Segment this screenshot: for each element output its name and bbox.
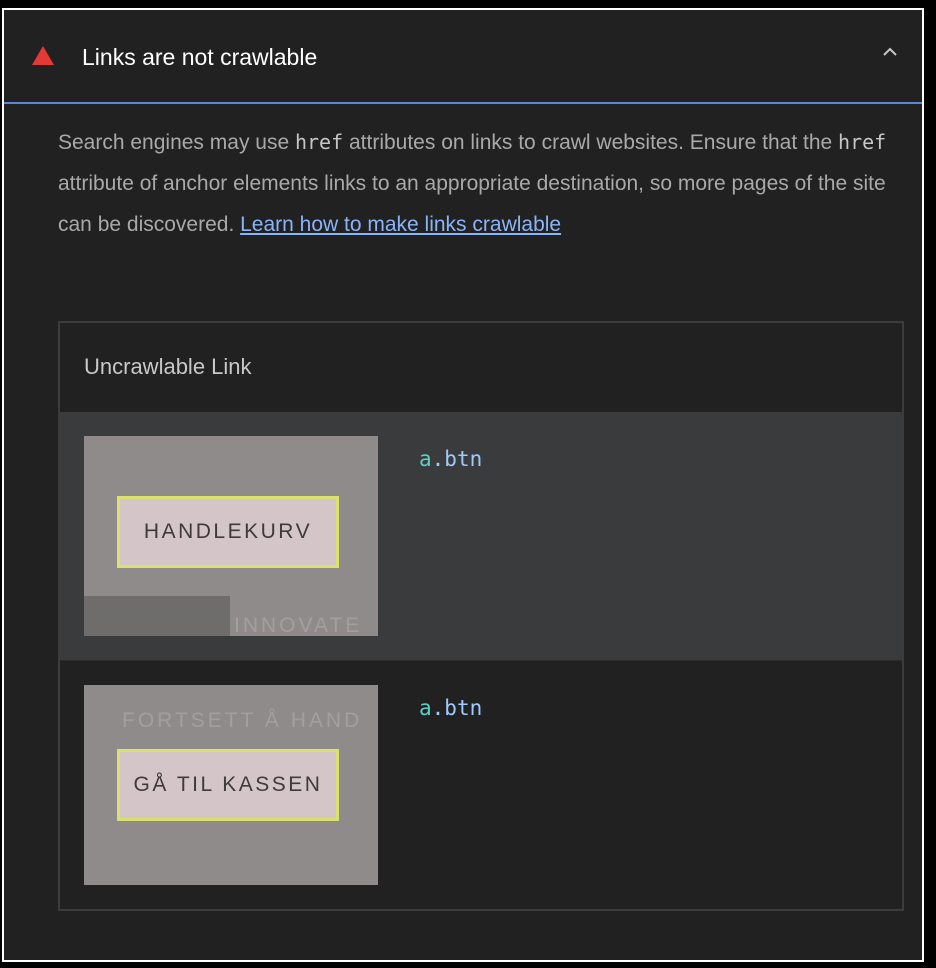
thumbnail-background xyxy=(84,596,230,636)
table-header: Uncrawlable Link xyxy=(60,323,902,412)
thumbnail-button-label: GÅ TIL KASSEN xyxy=(133,773,323,796)
href-code: href xyxy=(838,130,887,154)
element-screenshot-thumbnail: FORTSETT Å HAND GÅ TIL KASSEN xyxy=(84,685,378,885)
audit-title: Links are not crawlable xyxy=(82,44,318,70)
href-code: href xyxy=(294,130,344,154)
audit-header[interactable]: Links are not crawlable xyxy=(4,10,922,104)
selector-tag: a xyxy=(419,696,432,720)
element-screenshot-thumbnail: INNOVATE HANDLEKURV xyxy=(84,436,378,636)
description-text: Search engines may use xyxy=(58,131,295,154)
learn-more-link[interactable]: Learn how to make links crawlable xyxy=(240,213,561,236)
selector-class: .btn xyxy=(431,447,483,471)
thumbnail-button-label: HANDLEKURV xyxy=(143,520,313,543)
thumbnail-faint-text: FORTSETT Å HAND xyxy=(122,709,363,732)
warning-triangle-icon xyxy=(32,46,54,65)
node-selector[interactable]: a.btn xyxy=(419,446,482,472)
thumbnail-faint-text: INNOVATE xyxy=(234,614,363,636)
description-text: attributes on links to crawl websites. E… xyxy=(343,131,839,154)
audit-panel: Links are not crawlable Search engines m… xyxy=(2,8,924,962)
selector-class: .btn xyxy=(431,696,483,720)
node-selector[interactable]: a.btn xyxy=(419,695,482,721)
selector-tag: a xyxy=(419,447,432,471)
highlighted-element: GÅ TIL KASSEN xyxy=(117,749,339,821)
table-row[interactable]: FORTSETT Å HAND GÅ TIL KASSEN a.btn xyxy=(60,660,902,909)
highlighted-element: HANDLEKURV xyxy=(117,496,339,568)
audit-description: Search engines may use href attributes o… xyxy=(58,122,906,245)
details-table: Uncrawlable Link INNOVATE HANDLEKURV a.b… xyxy=(58,321,904,911)
column-header-uncrawlable-link: Uncrawlable Link xyxy=(84,354,252,379)
chevron-up-icon[interactable] xyxy=(882,44,898,60)
table-row[interactable]: INNOVATE HANDLEKURV a.btn xyxy=(60,412,902,660)
